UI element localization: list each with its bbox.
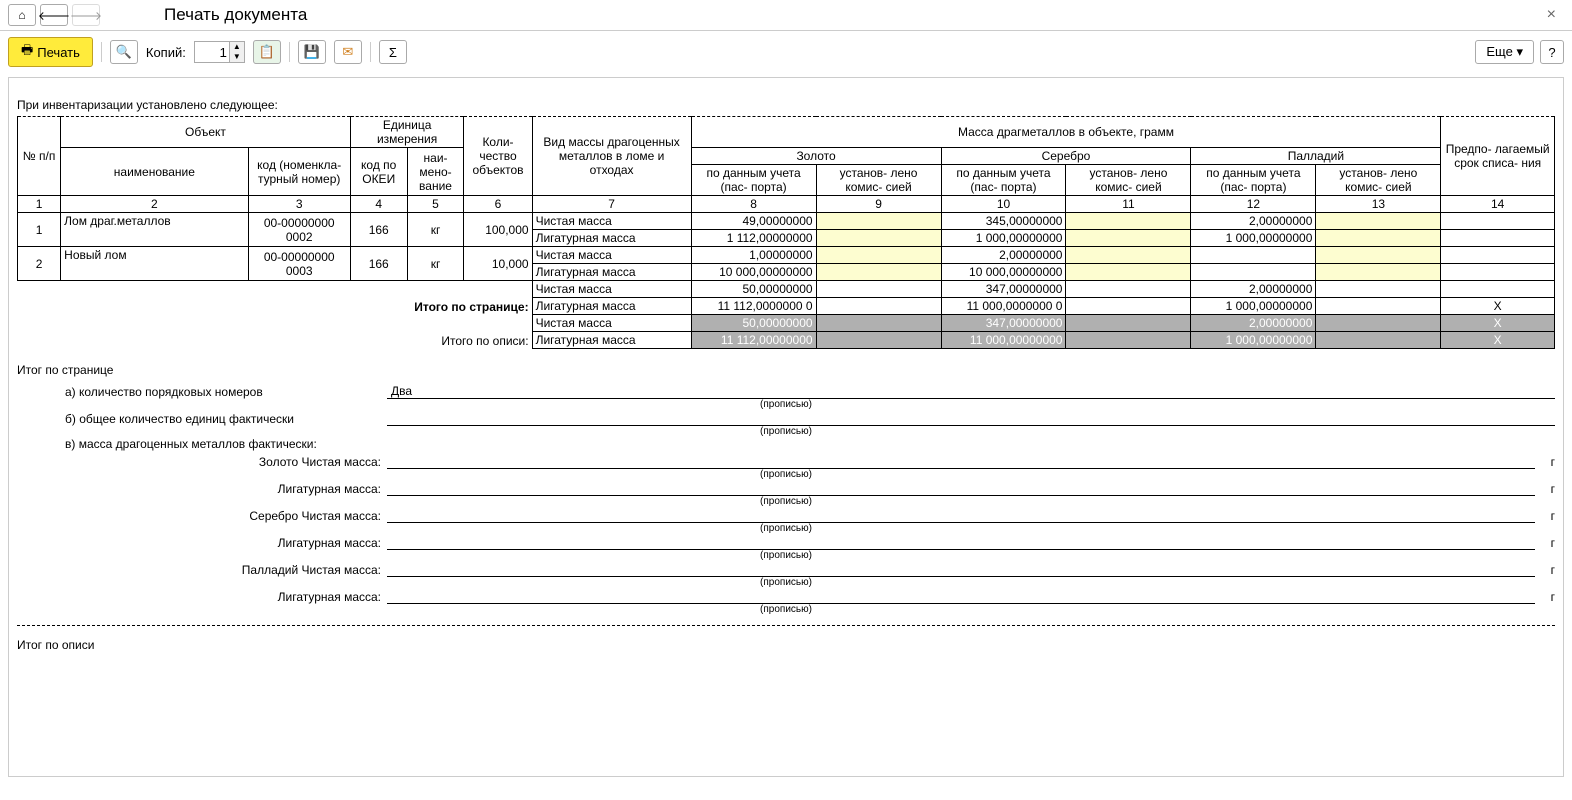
th-npp: № п/п [18,117,61,196]
col-num: 1 [18,196,61,213]
forward-button[interactable]: 🡒 [72,4,100,26]
help-button[interactable]: ? [1540,40,1564,64]
col-num: 9 [816,196,941,213]
th-code: код (номенкла- турный номер) [248,148,350,196]
th-uname: наи- мено- вание [407,148,464,196]
metal-mass-row: Золото Чистая масса:г [17,453,1555,469]
sum-c-label: в) масса драгоценных металлов фактически… [17,437,387,451]
col-num: 8 [691,196,816,213]
th-bycom: установ- лено комис- сией [1316,165,1441,196]
sum-a-label: а) количество порядковых номеров [17,385,387,399]
more-label: Еще [1486,44,1512,59]
preview-button[interactable]: 🔍 [110,40,138,64]
hint: (прописью) [17,399,1555,410]
th-massobj: Масса драгметаллов в объекте, грамм [691,117,1441,148]
hint: (прописью) [17,604,1555,615]
col-num: 14 [1441,196,1555,213]
th-pall: Палладий [1191,148,1441,165]
th-silver: Серебро [941,148,1191,165]
col-num: 10 [941,196,1066,213]
sum-button[interactable]: Σ [379,40,407,64]
hint: (прописью) [17,496,1555,507]
page-summary: Итог по странице а) количество порядковы… [17,363,1555,615]
metal-mass-row: Палладий Чистая масса:г [17,561,1555,577]
document-viewport[interactable]: При инвентаризации установлено следующее… [8,77,1564,777]
separator [101,42,102,62]
hint: (прописью) [17,577,1555,588]
print-button[interactable]: 🖶 Печать [8,37,93,67]
email-button[interactable]: ✉ [334,40,362,64]
th-bycom: установ- лено комис- сией [816,165,941,196]
page-total-row: Итого по странице:Чистая масса50,0000000… [18,281,1555,298]
col-num: 13 [1316,196,1441,213]
th-bydata: по данным учета (пас- порта) [941,165,1066,196]
copies-up[interactable]: ▲ [230,42,244,52]
th-unit: Единица измерения [350,117,464,148]
back-button[interactable]: 🡐 [40,4,68,26]
col-num: 12 [1191,196,1316,213]
copies-input[interactable] [194,41,230,63]
separator [370,42,371,62]
separator [289,42,290,62]
copies-label: Копий: [146,45,186,60]
more-button[interactable]: Еще ▾ [1475,40,1534,64]
titlebar: ⌂ 🡐 🡒 Печать документа × [0,0,1572,31]
dashed-separator [17,625,1555,626]
metal-mass-row: Лигатурная масса:г [17,534,1555,550]
th-okei: код по ОКЕИ [350,148,407,196]
col-num: 11 [1066,196,1191,213]
sum-a-value: Два [391,384,412,398]
hint: (прописью) [17,469,1555,480]
col-num: 4 [350,196,407,213]
copies-spinner: ▲ ▼ [230,41,245,63]
col-num: 3 [248,196,350,213]
table-row: 1Лом драг.металлов 00-00000000 0002166 к… [18,213,1555,230]
table-row: 2Новый лом 00-00000000 0003166 кг10,000 … [18,247,1555,264]
th-bycom: установ- лено комис- сией [1066,165,1191,196]
th-qty: Коли- чество объектов [464,117,532,196]
inv-total-row: Итого по описи:Чистая масса50,00000000 3… [18,315,1555,332]
th-bydata: по данным учета (пас- порта) [691,165,816,196]
toolbar: 🖶 Печать 🔍 Копий: ▲ ▼ 📋 💾 ✉ Σ Еще ▾ ? [0,31,1572,73]
th-term: Предпо- лагаемый срок списа- ния [1441,117,1555,196]
inventory-table: № п/п Объект Единица измерения Коли- чес… [17,116,1555,349]
intro-text: При инвентаризации установлено следующее… [17,98,1555,112]
metal-mass-row: Серебро Чистая масса:г [17,507,1555,523]
hint: (прописью) [17,523,1555,534]
save-button[interactable]: 💾 [298,40,326,64]
th-name: наименование [61,148,248,196]
col-num: 7 [532,196,691,213]
col-num: 5 [407,196,464,213]
settings-button[interactable]: 📋 [253,40,281,64]
sum-inv-heading: Итог по описи [17,638,1555,652]
print-label: Печать [37,45,80,60]
chevron-down-icon: ▾ [1516,44,1523,59]
printer-icon: 🖶 [21,41,33,63]
col-num: 6 [464,196,532,213]
home-button[interactable]: ⌂ [8,4,36,26]
th-bydata: по данным учета (пас- порта) [1191,165,1316,196]
col-num: 2 [61,196,248,213]
sum-a-line: Два [387,383,1555,399]
hint: (прописью) [17,426,1555,437]
sum-page-heading: Итог по странице [17,363,1555,377]
th-masskind: Вид массы драгоценных металлов в ломе и … [532,117,691,196]
th-gold: Золото [691,148,941,165]
page-title: Печать документа [164,5,307,25]
metal-mass-row: Лигатурная масса:г [17,588,1555,604]
th-object: Объект [61,117,351,148]
sum-b-line [387,410,1555,426]
sum-b-label: б) общее количество единиц фактически [17,412,387,426]
hint: (прописью) [17,550,1555,561]
close-button[interactable]: × [1539,6,1564,24]
metal-mass-row: Лигатурная масса:г [17,480,1555,496]
copies-down[interactable]: ▼ [230,52,244,62]
